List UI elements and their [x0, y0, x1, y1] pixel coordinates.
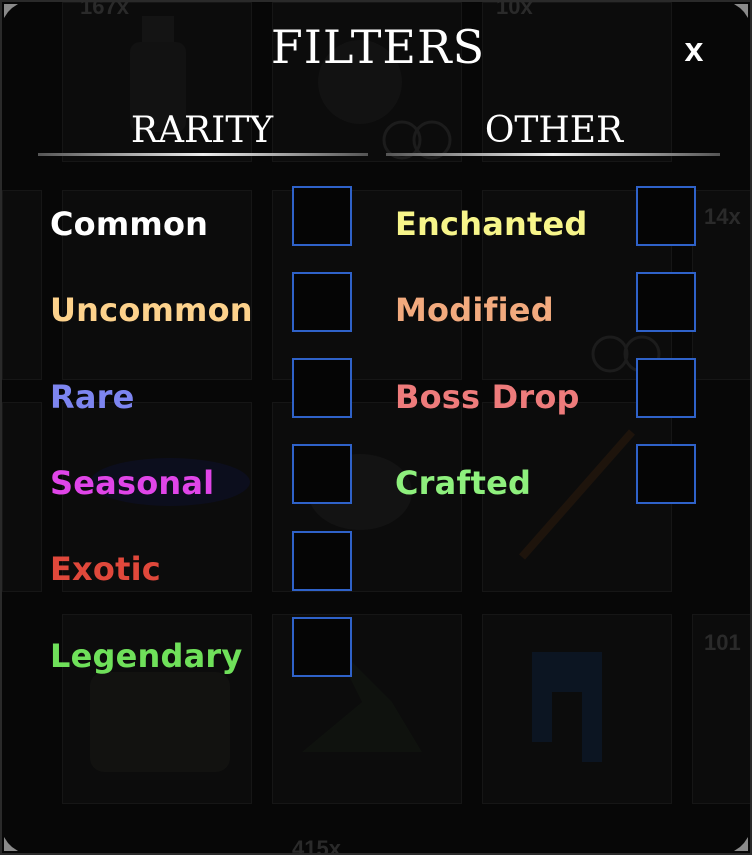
filter-label-seasonal: Seasonal [50, 464, 215, 502]
filter-label-enchanted: Enchanted [395, 205, 588, 243]
checkbox-crafted[interactable] [636, 444, 696, 504]
filter-label-legendary: Legendary [50, 637, 243, 675]
filter-label-common: Common [50, 205, 209, 243]
checkbox-boss-drop[interactable] [636, 358, 696, 418]
checkbox-legendary[interactable] [292, 617, 352, 677]
checkbox-uncommon[interactable] [292, 272, 352, 332]
other-heading: OTHER [484, 110, 624, 151]
checkbox-common[interactable] [292, 186, 352, 246]
filter-label-exotic: Exotic [50, 550, 161, 588]
other-heading-underline [386, 153, 720, 156]
filter-label-rare: Rare [50, 378, 135, 416]
filters-panel: 167x 10x 14x 101 415x FILTERS x RARITY O… [0, 0, 752, 855]
checkbox-rare[interactable] [292, 358, 352, 418]
filter-label-uncommon: Uncommon [50, 291, 253, 329]
rarity-heading-underline [38, 153, 368, 156]
checkbox-modified[interactable] [636, 272, 696, 332]
checkbox-enchanted[interactable] [636, 186, 696, 246]
close-button[interactable]: x [674, 28, 714, 72]
checkbox-seasonal[interactable] [292, 444, 352, 504]
filter-label-crafted: Crafted [395, 464, 532, 502]
filter-label-modified: Modified [395, 291, 554, 329]
corner-ornament [4, 837, 18, 851]
panel-title: FILTERS [270, 20, 486, 74]
corner-ornament [734, 837, 748, 851]
rarity-heading: RARITY [130, 110, 274, 151]
filter-label-boss-drop: Boss Drop [395, 378, 580, 416]
checkbox-exotic[interactable] [292, 531, 352, 591]
